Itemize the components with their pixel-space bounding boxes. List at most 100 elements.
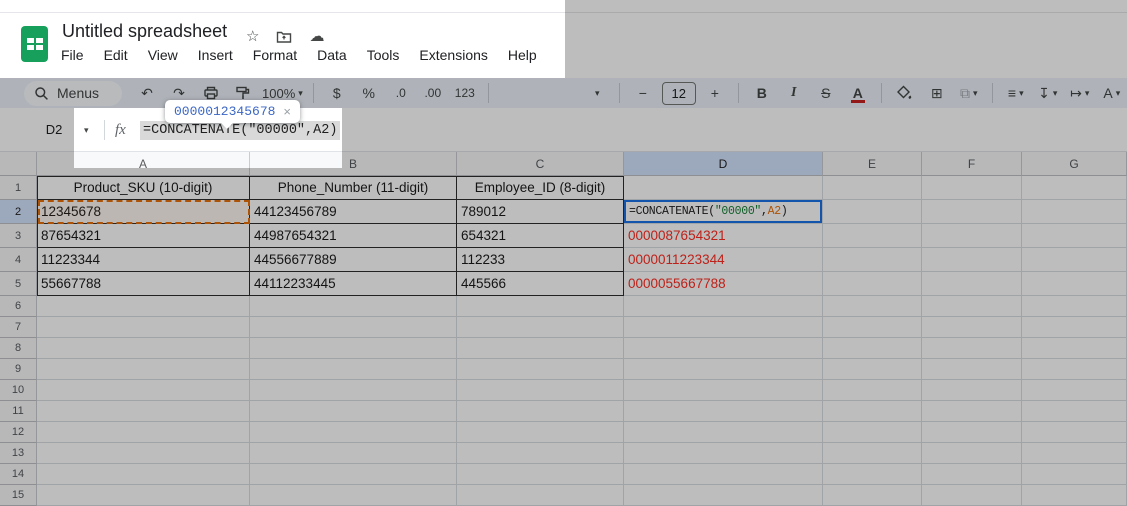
- document-title[interactable]: Untitled spreadsheet: [62, 21, 227, 42]
- cell-d4[interactable]: 0000011223344: [624, 248, 823, 272]
- cell-g10[interactable]: [1022, 380, 1127, 401]
- text-wrapping-button[interactable]: ↦▾: [1067, 80, 1093, 106]
- menu-item-help[interactable]: Help: [508, 47, 537, 63]
- cell-a7[interactable]: [37, 317, 250, 338]
- cell-a1[interactable]: Product_SKU (10-digit): [37, 176, 250, 200]
- cell-e4[interactable]: [823, 248, 922, 272]
- menu-item-extensions[interactable]: Extensions: [419, 47, 487, 63]
- menu-item-tools[interactable]: Tools: [367, 47, 400, 63]
- menu-item-format[interactable]: Format: [253, 47, 297, 63]
- cell-a3[interactable]: 87654321: [37, 224, 250, 248]
- cell-b12[interactable]: [250, 422, 457, 443]
- cell-f12[interactable]: [922, 422, 1022, 443]
- cell-g6[interactable]: [1022, 296, 1127, 317]
- cell-g5[interactable]: [1022, 272, 1127, 296]
- cell-b15[interactable]: [250, 485, 457, 506]
- cell-f7[interactable]: [922, 317, 1022, 338]
- fill-color-button[interactable]: [892, 80, 918, 106]
- cell-d2[interactable]: =CONCATENATE("00000",A2): [624, 200, 823, 224]
- cell-a9[interactable]: [37, 359, 250, 380]
- column-header-b[interactable]: B: [250, 152, 457, 176]
- cell-e1[interactable]: [823, 176, 922, 200]
- cell-c3[interactable]: 654321: [457, 224, 624, 248]
- cell-g7[interactable]: [1022, 317, 1127, 338]
- cell-b1[interactable]: Phone_Number (11-digit): [250, 176, 457, 200]
- cell-g3[interactable]: [1022, 224, 1127, 248]
- sheets-logo-icon[interactable]: [21, 26, 48, 62]
- tooltip-close-icon[interactable]: ×: [283, 104, 291, 119]
- cell-b4[interactable]: 44556677889: [250, 248, 457, 272]
- select-all-corner[interactable]: [0, 152, 37, 176]
- cell-a14[interactable]: [37, 464, 250, 485]
- cell-b2[interactable]: 44123456789: [250, 200, 457, 224]
- cell-b8[interactable]: [250, 338, 457, 359]
- cell-e14[interactable]: [823, 464, 922, 485]
- cloud-saved-icon[interactable]: ☁: [309, 29, 324, 45]
- cell-d8[interactable]: [624, 338, 823, 359]
- column-header-f[interactable]: F: [922, 152, 1022, 176]
- increase-font-size-button[interactable]: +: [702, 80, 728, 106]
- cell-e6[interactable]: [823, 296, 922, 317]
- cell-e5[interactable]: [823, 272, 922, 296]
- cell-f14[interactable]: [922, 464, 1022, 485]
- cell-g13[interactable]: [1022, 443, 1127, 464]
- cell-c10[interactable]: [457, 380, 624, 401]
- menu-item-edit[interactable]: Edit: [104, 47, 128, 63]
- menu-item-data[interactable]: Data: [317, 47, 347, 63]
- cell-a12[interactable]: [37, 422, 250, 443]
- cell-d11[interactable]: [624, 401, 823, 422]
- cell-b7[interactable]: [250, 317, 457, 338]
- increase-decimal-places-button[interactable]: .00: [420, 80, 446, 106]
- cell-c13[interactable]: [457, 443, 624, 464]
- cell-f13[interactable]: [922, 443, 1022, 464]
- cell-a15[interactable]: [37, 485, 250, 506]
- row-header-5[interactable]: 5: [0, 272, 37, 296]
- font-size-value[interactable]: 12: [662, 82, 696, 105]
- cell-d10[interactable]: [624, 380, 823, 401]
- cell-b5[interactable]: 44112233445: [250, 272, 457, 296]
- column-header-a[interactable]: A: [37, 152, 250, 176]
- cell-b14[interactable]: [250, 464, 457, 485]
- name-box-caret-icon[interactable]: ▾: [84, 108, 89, 152]
- cell-e11[interactable]: [823, 401, 922, 422]
- format-as-currency-button[interactable]: $: [324, 80, 350, 106]
- cell-d13[interactable]: [624, 443, 823, 464]
- cell-d1[interactable]: [624, 176, 823, 200]
- cell-a5[interactable]: 55667788: [37, 272, 250, 296]
- cell-f3[interactable]: [922, 224, 1022, 248]
- borders-button[interactable]: ⊞: [924, 80, 950, 106]
- row-header-4[interactable]: 4: [0, 248, 37, 272]
- column-header-g[interactable]: G: [1022, 152, 1127, 176]
- merge-cells-button[interactable]: ⧉▾: [956, 80, 982, 106]
- decrease-font-size-button[interactable]: −: [630, 80, 656, 106]
- cell-c7[interactable]: [457, 317, 624, 338]
- cell-d7[interactable]: [624, 317, 823, 338]
- cell-f9[interactable]: [922, 359, 1022, 380]
- cell-e3[interactable]: [823, 224, 922, 248]
- cell-e10[interactable]: [823, 380, 922, 401]
- cell-b10[interactable]: [250, 380, 457, 401]
- cell-a13[interactable]: [37, 443, 250, 464]
- decrease-decimal-places-button[interactable]: .0: [388, 80, 414, 106]
- cell-f5[interactable]: [922, 272, 1022, 296]
- cell-c1[interactable]: Employee_ID (8-digit): [457, 176, 624, 200]
- cell-e7[interactable]: [823, 317, 922, 338]
- undo-button[interactable]: ↶: [134, 80, 160, 106]
- cell-e13[interactable]: [823, 443, 922, 464]
- cell-d9[interactable]: [624, 359, 823, 380]
- text-color-button[interactable]: A: [845, 80, 871, 106]
- menu-item-file[interactable]: File: [61, 47, 84, 63]
- row-header-8[interactable]: 8: [0, 338, 37, 359]
- row-header-3[interactable]: 3: [0, 224, 37, 248]
- font-size-input-button[interactable]: 12: [662, 80, 696, 106]
- cell-c4[interactable]: 112233: [457, 248, 624, 272]
- row-header-12[interactable]: 12: [0, 422, 37, 443]
- cell-c9[interactable]: [457, 359, 624, 380]
- cell-g4[interactable]: [1022, 248, 1127, 272]
- cell-f1[interactable]: [922, 176, 1022, 200]
- cell-e8[interactable]: [823, 338, 922, 359]
- cell-d5[interactable]: 0000055667788: [624, 272, 823, 296]
- row-header-7[interactable]: 7: [0, 317, 37, 338]
- cell-b6[interactable]: [250, 296, 457, 317]
- cell-e2[interactable]: [823, 200, 922, 224]
